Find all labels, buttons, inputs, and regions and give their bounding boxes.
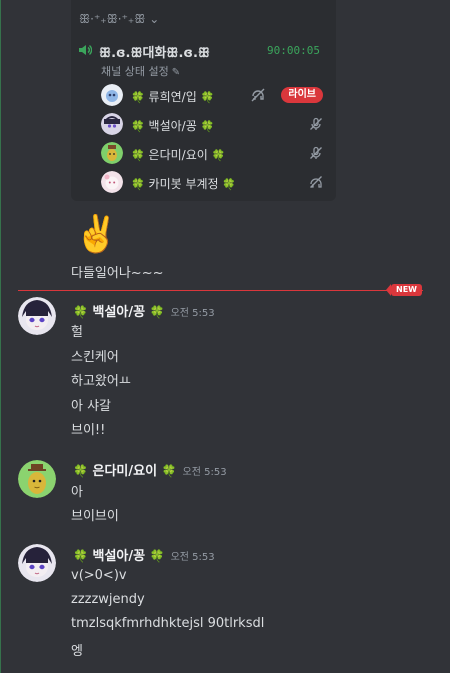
message-line: 스킨케어: [71, 350, 119, 365]
mute-icon: [310, 146, 322, 159]
message-line: 헐: [71, 325, 83, 340]
message-author[interactable]: 🍀 백설아/꽁 🍀 오전 5:53: [73, 301, 215, 320]
message-timestamp: 오전 5:53: [170, 552, 215, 563]
clover-icon: 🍀: [73, 305, 88, 319]
unread-rail: [0, 0, 1, 673]
message-line: v(>0<)v: [71, 568, 127, 583]
clover-icon: 🍀: [131, 149, 145, 162]
message-line: tmzlsqkfmrhdhktejsl 90tlrksdl: [71, 616, 265, 631]
member-name: 은다미/요이: [148, 148, 208, 162]
message-author[interactable]: 🍀 은다미/요이 🍀 오전 5:53: [73, 460, 227, 479]
member-name: 류희연/입: [148, 90, 197, 104]
message-line: 엥: [71, 644, 83, 659]
message-timestamp: 오전 5:53: [170, 308, 215, 319]
message-timestamp: 오전 5:53: [182, 467, 227, 478]
message-line: 브이브이: [71, 509, 119, 524]
voice-timer: 90:00:05: [267, 44, 320, 57]
clover-icon: 🍀: [200, 91, 215, 104]
set-channel-status[interactable]: 채널 상태 설정 ✎: [101, 63, 180, 79]
message-line: 아 샤갈: [71, 399, 112, 414]
deafen-icon: [251, 88, 265, 102]
emoji-message: ✌️: [74, 214, 119, 255]
avatar: [101, 84, 123, 106]
avatar: [101, 142, 123, 164]
voice-member[interactable]: 🍀 은다미/요이 🍀: [101, 142, 323, 166]
message-line: zzzzwjendy: [71, 592, 145, 607]
clover-icon: 🍀: [131, 91, 145, 104]
message-author[interactable]: 🍀 백설아/꽁 🍀 오전 5:53: [73, 545, 215, 564]
author-name: 백설아/꽁: [92, 549, 146, 564]
message-line: 브이!!: [71, 423, 106, 438]
speaker-icon: [79, 44, 92, 56]
voice-channel-card[interactable]: ꕥ·⁺₊ꕥ·⁺₊ꕥ ⌄ ꕥ.ɞ.ꕥ대화ꕥ.ɞ.ꕥ 90:00:05 채널 상태 …: [71, 0, 336, 201]
pencil-icon: ✎: [171, 67, 181, 78]
voice-channel-name[interactable]: ꕥ.ɞ.ꕥ대화ꕥ.ɞ.ꕥ: [99, 42, 210, 61]
live-badge: 라이브: [281, 87, 323, 103]
member-name: 백설아/꽁: [148, 119, 197, 133]
status-label: 채널 상태 설정: [101, 65, 169, 78]
clover-icon: 🍀: [149, 305, 165, 319]
clover-icon: 🍀: [73, 464, 88, 478]
avatar: [101, 171, 123, 193]
message-line: 하고왔어ㅛ: [71, 374, 131, 389]
message-text: 다들일어나~~~: [71, 266, 164, 281]
voice-member[interactable]: 🍀 류희연/입 🍀 라이브: [101, 84, 323, 108]
clover-icon: 🍀: [131, 178, 145, 191]
voice-member[interactable]: 🍀 카미봇 부계정 🍀: [101, 171, 323, 195]
voice-server-header[interactable]: ꕥ·⁺₊ꕥ·⁺₊ꕥ ⌄: [79, 12, 159, 27]
clover-icon: 🍀: [131, 120, 145, 133]
voice-member[interactable]: 🍀 백설아/꽁 🍀: [101, 113, 323, 137]
avatar[interactable]: [18, 544, 56, 582]
headphones-off-icon: [310, 176, 322, 188]
author-name: 백설아/꽁: [92, 305, 146, 320]
avatar[interactable]: [18, 297, 56, 335]
message-line: 아: [71, 485, 83, 500]
clover-icon: 🍀: [200, 120, 215, 133]
member-name: 카미봇 부계정: [148, 177, 219, 191]
avatar[interactable]: [18, 460, 56, 498]
clover-icon: 🍀: [161, 464, 177, 478]
new-badge: NEW: [386, 284, 422, 296]
clover-icon: 🍀: [222, 178, 237, 191]
mute-icon: [310, 117, 322, 130]
clover-icon: 🍀: [73, 549, 88, 563]
clover-icon: 🍀: [211, 149, 226, 162]
new-messages-divider: [18, 290, 423, 291]
avatar: [101, 113, 123, 135]
clover-icon: 🍀: [149, 549, 165, 563]
author-name: 은다미/요이: [92, 464, 158, 479]
